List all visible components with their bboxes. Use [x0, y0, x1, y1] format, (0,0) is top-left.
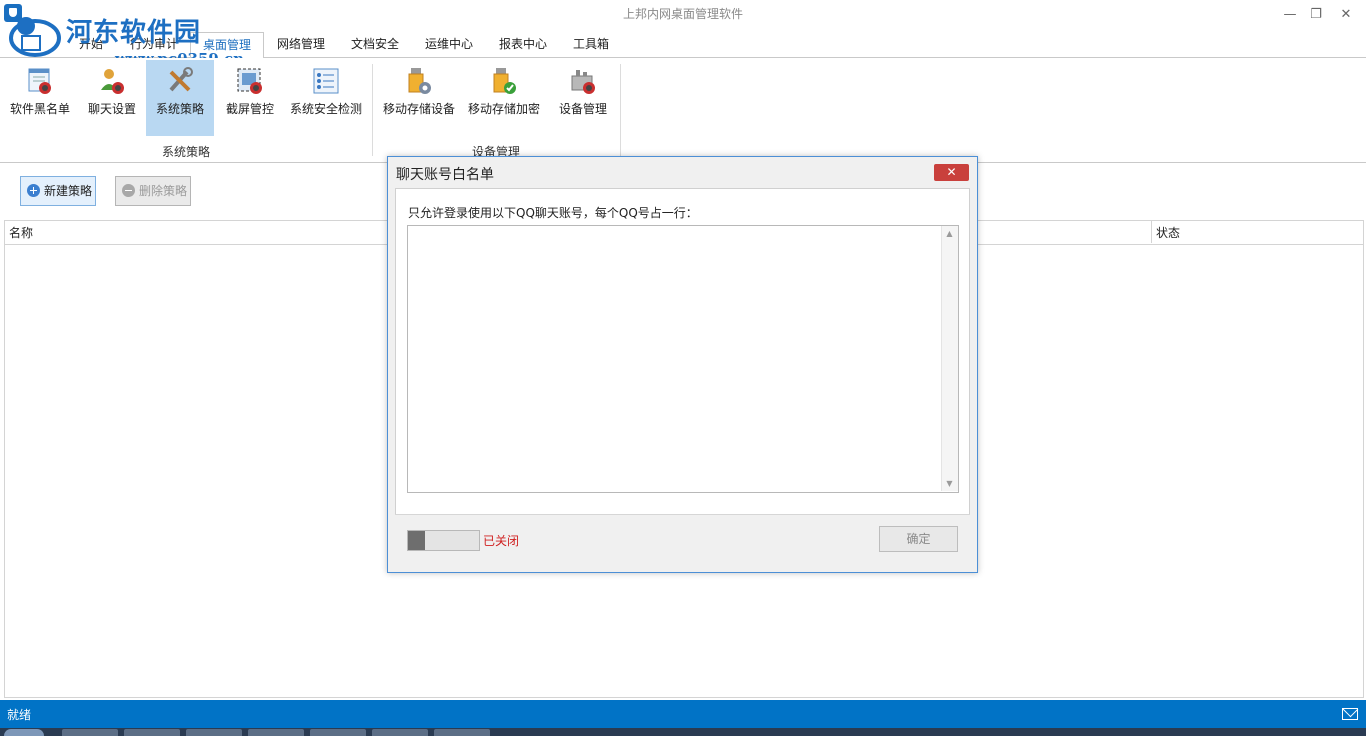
usb-encrypt-icon — [493, 68, 516, 94]
ribbon-button-label: 移动存储设备 — [382, 102, 455, 116]
taskbar-app[interactable] — [372, 729, 428, 736]
minimize-button[interactable]: — — [1276, 2, 1304, 28]
device-manage-icon — [571, 70, 595, 94]
tools-icon — [169, 67, 193, 92]
taskbar-app[interactable] — [124, 729, 180, 736]
column-header-name[interactable]: 名称 — [9, 224, 33, 241]
tab-report-center[interactable]: 报表中心 — [486, 32, 560, 57]
minus-circle-icon — [122, 184, 135, 197]
software-blacklist-icon — [28, 68, 51, 94]
dialog-footer-divider — [395, 514, 970, 515]
ribbon-button-system-policy[interactable]: 系统策略 — [146, 60, 214, 136]
close-button[interactable]: ✕ — [1332, 2, 1360, 28]
chat-settings-icon — [101, 69, 124, 94]
ribbon-button-label: 系统安全检测 — [289, 102, 362, 116]
security-check-icon — [313, 68, 339, 94]
qq-account-textarea[interactable] — [407, 225, 959, 493]
window-title: 上邦内网桌面管理软件 — [622, 7, 743, 21]
dialog-title: 聊天账号白名单 — [396, 167, 494, 183]
ribbon-button-label: 聊天设置 — [87, 102, 136, 116]
new-policy-label: 新建策略 — [44, 184, 93, 198]
taskbar-app[interactable] — [310, 729, 366, 736]
ribbon-button-screenshot-control[interactable]: 截屏管控 — [218, 60, 282, 136]
status-bar — [0, 700, 1366, 728]
column-divider[interactable] — [1151, 221, 1152, 243]
toggle-status-label: 已关闭 — [483, 534, 520, 548]
restore-button[interactable]: ❐ — [1302, 2, 1330, 28]
ribbon-button-device-manage[interactable]: 设备管理 — [552, 60, 614, 136]
ribbon-button-label: 系统策略 — [155, 102, 204, 116]
ribbon-button-chat-settings[interactable]: 聊天设置 — [80, 60, 144, 136]
scroll-up-icon[interactable]: ▲ — [942, 228, 957, 240]
ribbon-group-divider — [620, 64, 621, 156]
tab-network-management[interactable]: 网络管理 — [264, 32, 338, 57]
ribbon-button-label: 软件黑名单 — [9, 102, 70, 116]
plus-circle-icon — [27, 184, 40, 197]
textarea-scrollbar[interactable] — [941, 226, 958, 491]
taskbar-app[interactable] — [248, 729, 304, 736]
ribbon-group-label-system-policy: 系统策略 — [161, 145, 210, 159]
ribbon-button-software-blacklist[interactable]: 软件黑名单 — [4, 60, 76, 136]
column-header-status[interactable]: 状态 — [1156, 224, 1180, 241]
screenshot-control-icon — [237, 68, 262, 94]
tab-toolbox[interactable]: 工具箱 — [560, 32, 622, 57]
status-text: 就绪 — [7, 708, 32, 722]
taskbar-app[interactable] — [62, 729, 118, 736]
ribbon-group-divider — [372, 64, 373, 156]
usb-storage-icon — [408, 68, 431, 94]
ribbon-button-usb-storage[interactable]: 移动存储设备 — [380, 60, 458, 136]
new-policy-button[interactable]: 新建策略 — [20, 176, 96, 206]
watermark-logo-icon — [9, 17, 61, 57]
ribbon-button-label: 设备管理 — [558, 102, 607, 116]
mail-icon[interactable] — [1342, 708, 1358, 720]
dialog-close-button[interactable]: ✕ — [934, 164, 969, 181]
start-orb-icon[interactable] — [4, 729, 44, 736]
ribbon-button-usb-encrypt[interactable]: 移动存储加密 — [464, 60, 544, 136]
watermark-text: 河东软件园 — [66, 18, 202, 48]
dialog-instruction: 只允许登录使用以下QQ聊天账号，每个QQ号占一行： — [408, 206, 698, 220]
ribbon-button-security-check[interactable]: 系统安全检测 — [286, 60, 366, 136]
tab-ops-center[interactable]: 运维中心 — [412, 32, 486, 57]
toggle-knob[interactable] — [408, 531, 425, 550]
ribbon-button-label: 移动存储加密 — [467, 102, 540, 116]
delete-policy-button[interactable]: 删除策略 — [115, 176, 191, 206]
ok-button[interactable]: 确定 — [879, 526, 958, 552]
ribbon-button-label: 截屏管控 — [225, 102, 274, 116]
taskbar-app[interactable] — [186, 729, 242, 736]
delete-policy-label: 删除策略 — [139, 184, 188, 198]
tab-document-security[interactable]: 文档安全 — [338, 32, 412, 57]
taskbar-app[interactable] — [434, 729, 490, 736]
scroll-down-icon[interactable]: ▼ — [942, 478, 957, 490]
